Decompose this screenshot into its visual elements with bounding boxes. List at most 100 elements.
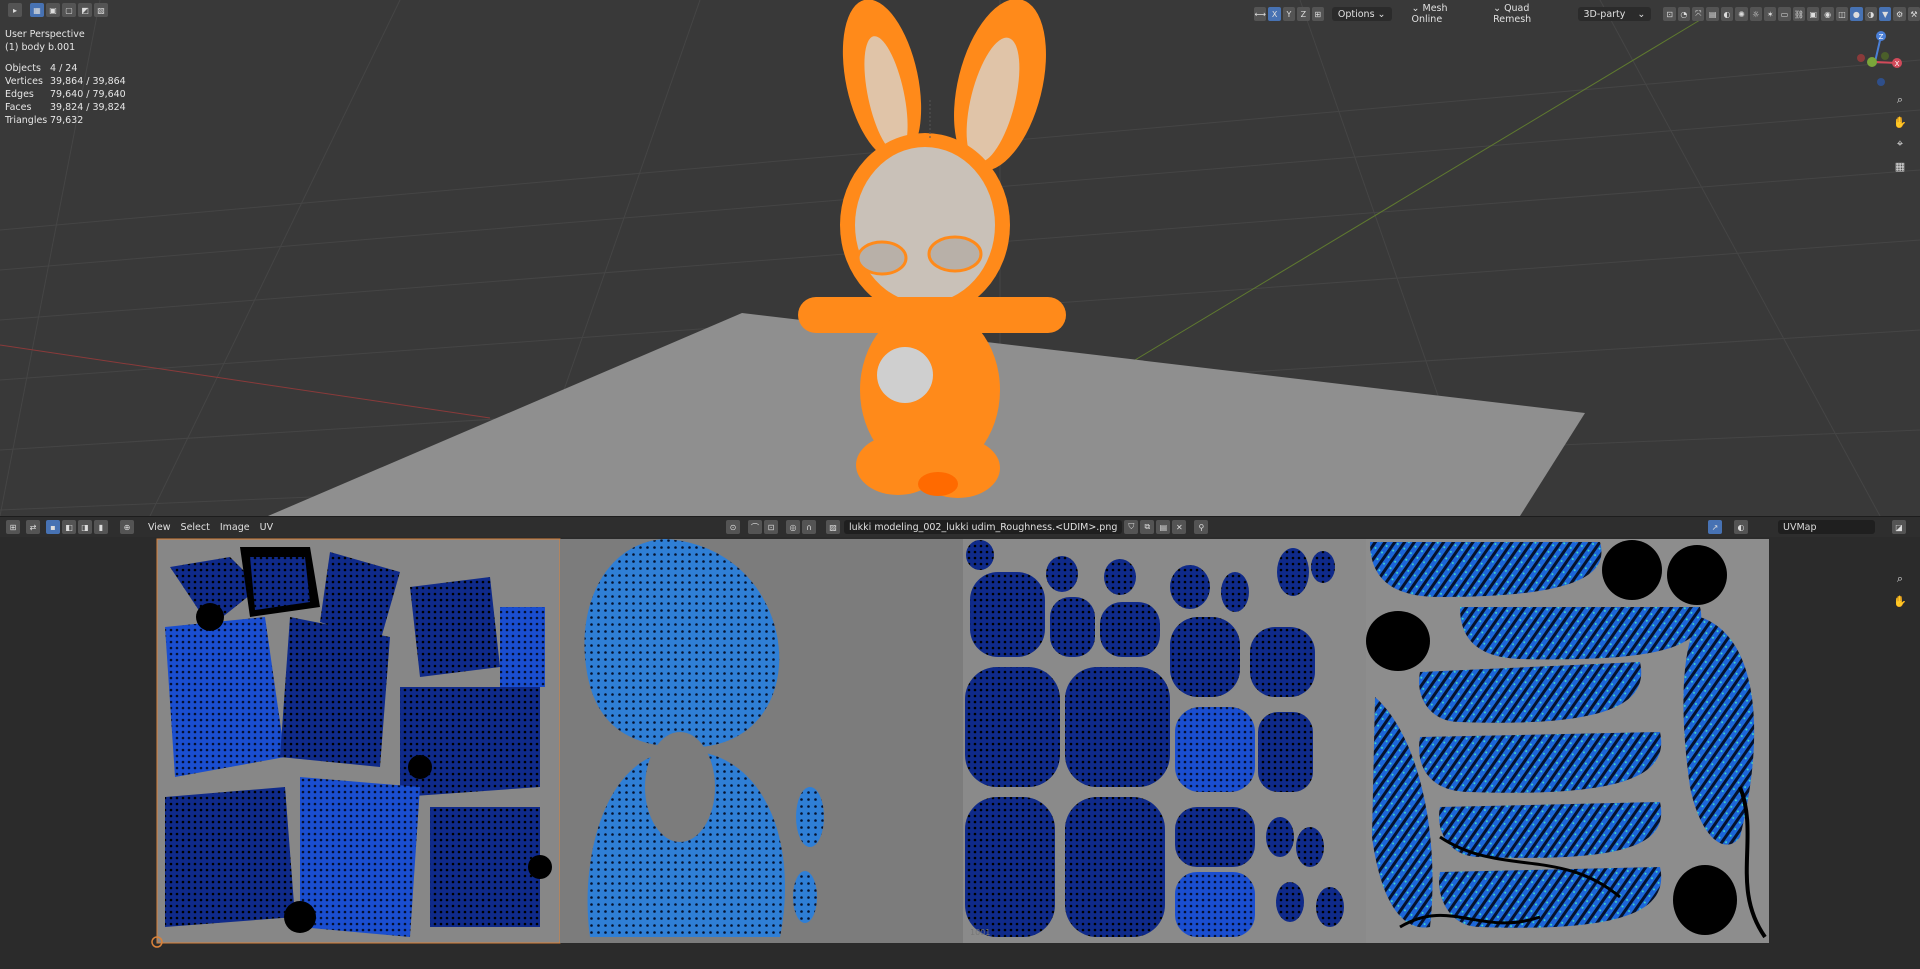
uv-map-field[interactable]: UVMap	[1778, 520, 1875, 534]
island-select-icon[interactable]: ▮	[94, 520, 108, 534]
options-dropdown[interactable]: Options ⌄	[1331, 7, 1392, 21]
pan-hand-icon[interactable]: ✋	[1892, 114, 1908, 130]
open-image-icon[interactable]: ▤	[1156, 520, 1171, 534]
stat-value: 4 / 24	[50, 63, 78, 74]
gizmo-z-label: Z	[1879, 33, 1884, 41]
uv-tools-right: ↗ ◐	[1708, 520, 1748, 534]
axis-x-toggle[interactable]: X	[1268, 7, 1281, 21]
viewport-tools-right: ⟷ X Y Z ⊞ Options ⌄ ⌄ Mesh Online ⌄ Quad…	[1254, 3, 1920, 25]
gizmo-x-label: X	[1895, 60, 1900, 68]
duplicate-image-icon[interactable]: ⧉	[1140, 520, 1155, 534]
fake-user-icon[interactable]: ⛉	[1124, 520, 1139, 534]
mirror-icon[interactable]: ⟷	[1254, 7, 1267, 21]
menu-image[interactable]: Image	[216, 522, 254, 533]
overlay-icon[interactable]: ◐	[1720, 7, 1734, 21]
transform-icon[interactable]: ⤧	[1692, 7, 1705, 21]
menu-uv[interactable]: UV	[256, 522, 277, 533]
stat-label: Vertices	[5, 76, 43, 87]
snap-icon[interactable]: ⌒	[748, 520, 762, 534]
xray-icon[interactable]: ◫	[1835, 7, 1849, 21]
tools-icon[interactable]: ⚒	[1907, 7, 1920, 21]
gizmo-icon[interactable]: ✺	[1735, 7, 1748, 21]
sphere-icon[interactable]: ◉	[1821, 7, 1834, 21]
stat-label: Edges	[5, 89, 34, 100]
camera-view-icon[interactable]: ⌖	[1892, 136, 1908, 152]
mesh-online-menu[interactable]: ⌄ Mesh Online	[1408, 3, 1478, 25]
quad-remesh-menu[interactable]: ⌄ Quad Remesh	[1489, 3, 1565, 25]
select-extend-icon[interactable]: ▣	[46, 3, 60, 17]
select-invert-icon[interactable]: ◩	[78, 3, 92, 17]
zoom-icon[interactable]: ⌕	[1892, 92, 1908, 108]
select-intersect-icon[interactable]: ▧	[94, 3, 108, 17]
uv-tile-1[interactable]	[156, 538, 561, 944]
shading-material-icon[interactable]: ◑	[1864, 7, 1877, 21]
image-browse-icon[interactable]: ▨	[826, 520, 840, 534]
edge-select-icon[interactable]: ◧	[62, 520, 76, 534]
pin-icon[interactable]: ⚲	[1194, 520, 1209, 534]
select-mode-icon[interactable]: ▸	[8, 3, 22, 17]
close-icon[interactable]: ✕	[1172, 520, 1187, 534]
zoom-icon[interactable]: ⌕	[1892, 571, 1908, 587]
sync-selection-icon[interactable]: ⇄	[26, 520, 40, 534]
perspective-grid-icon[interactable]: ▦	[1892, 158, 1908, 174]
navigation-gizmo[interactable]: Z X	[1845, 28, 1905, 92]
stat-value: 79,632	[50, 115, 84, 126]
viewport-scene[interactable]	[0, 0, 1920, 516]
uv-tiles[interactable]: 1001	[0, 537, 1920, 969]
viewport-tools-left: ▸ ▦ ▣ ▢ ◩ ▧	[8, 3, 108, 17]
stat-label: Triangles	[5, 115, 48, 126]
overlay-icon[interactable]: ◐	[1734, 520, 1748, 534]
stat-label: Objects	[5, 63, 41, 74]
proportional-icon[interactable]: ◔	[1677, 7, 1691, 21]
gizmo-y-icon[interactable]	[1867, 57, 1877, 67]
gear-icon[interactable]: ⚙	[1893, 7, 1906, 21]
pan-hand-icon[interactable]: ✋	[1892, 593, 1908, 609]
display-channels-icon[interactable]: ◪	[1892, 520, 1906, 534]
uv-snap-icon[interactable]: ↗	[1708, 520, 1722, 534]
snap-icon[interactable]: ⊡	[1663, 7, 1676, 21]
uv-tile-4[interactable]	[1366, 539, 1769, 943]
quad-remesh-label: Quad Remesh	[1493, 3, 1532, 25]
frame-icon[interactable]: ▣	[1807, 7, 1820, 21]
pivot-icon[interactable]: ▤	[1706, 7, 1719, 21]
sticky-select-icon[interactable]: ⊕	[120, 520, 134, 534]
snap-target-icon[interactable]: ⊡	[764, 520, 778, 534]
select-subtract-icon[interactable]: ▢	[62, 3, 76, 17]
editor-type-icon[interactable]: ⊞	[6, 520, 20, 534]
axis-y-toggle[interactable]: Y	[1282, 7, 1296, 21]
stat-row: Objects 4 / 24	[5, 62, 126, 75]
uv-tile-2[interactable]	[560, 539, 963, 943]
options-label: Options	[1337, 8, 1375, 20]
select-box-icon[interactable]: ▦	[30, 3, 44, 17]
falloff-icon[interactable]: ∩	[802, 520, 816, 534]
link-icon[interactable]: ⛓	[1792, 7, 1806, 21]
stat-value: 39,864 / 39,864	[50, 76, 126, 87]
shading-solid-icon[interactable]: ●	[1850, 7, 1863, 21]
uv-editor[interactable]: ⊞ ⇄ ▪ ◧ ◨ ▮ ⊕ View Select Image UV ⊙ ⌒ ⊡…	[0, 517, 1920, 969]
axis-z-toggle[interactable]: Z	[1297, 7, 1310, 21]
viewport-header: ▸ ▦ ▣ ▢ ◩ ▧ ⟷ X Y Z ⊞ Options ⌄ ⌄ Mesh O…	[0, 0, 1920, 25]
render-icon[interactable]: ☼	[1749, 7, 1762, 21]
proportional-edit-icon[interactable]: ◎	[786, 520, 800, 534]
3d-viewport[interactable]: ▸ ▦ ▣ ▢ ◩ ▧ ⟷ X Y Z ⊞ Options ⌄ ⌄ Mesh O…	[0, 0, 1920, 516]
menu-select[interactable]: Select	[177, 522, 214, 533]
image-name-field[interactable]: lukki modeling_002_lukki udim_Roughness.…	[844, 520, 1123, 534]
vertex-select-icon[interactable]: ▪	[46, 520, 60, 534]
light-icon[interactable]: ✶	[1763, 7, 1777, 21]
active-object: (1) body b.001	[5, 42, 76, 53]
stat-row: Triangles 79,632	[5, 114, 126, 127]
uv-tools-far-right: ◪	[1892, 520, 1906, 534]
uv-tile-3[interactable]: 1001	[963, 539, 1366, 943]
stat-row: Edges 79,640 / 79,640	[5, 88, 126, 101]
stat-label: Faces	[5, 102, 32, 113]
addon-dropdown-label: 3D-party	[1583, 8, 1626, 20]
menu-view[interactable]: View	[144, 522, 175, 533]
uv-canvas[interactable]: 1001 ⌕ ✋	[0, 537, 1920, 969]
pivot-icon[interactable]: ⊙	[726, 520, 740, 534]
filter-icon[interactable]: ▼	[1878, 7, 1892, 21]
camera-icon[interactable]: ▭	[1778, 7, 1791, 21]
face-select-icon[interactable]: ◨	[78, 520, 92, 534]
viewport-stats: User Perspective (1) body b.001 Objects 4…	[5, 28, 126, 127]
addon-dropdown[interactable]: 3D-party ⌄	[1577, 7, 1652, 21]
mirror-settings-icon[interactable]: ⊞	[1311, 7, 1324, 21]
